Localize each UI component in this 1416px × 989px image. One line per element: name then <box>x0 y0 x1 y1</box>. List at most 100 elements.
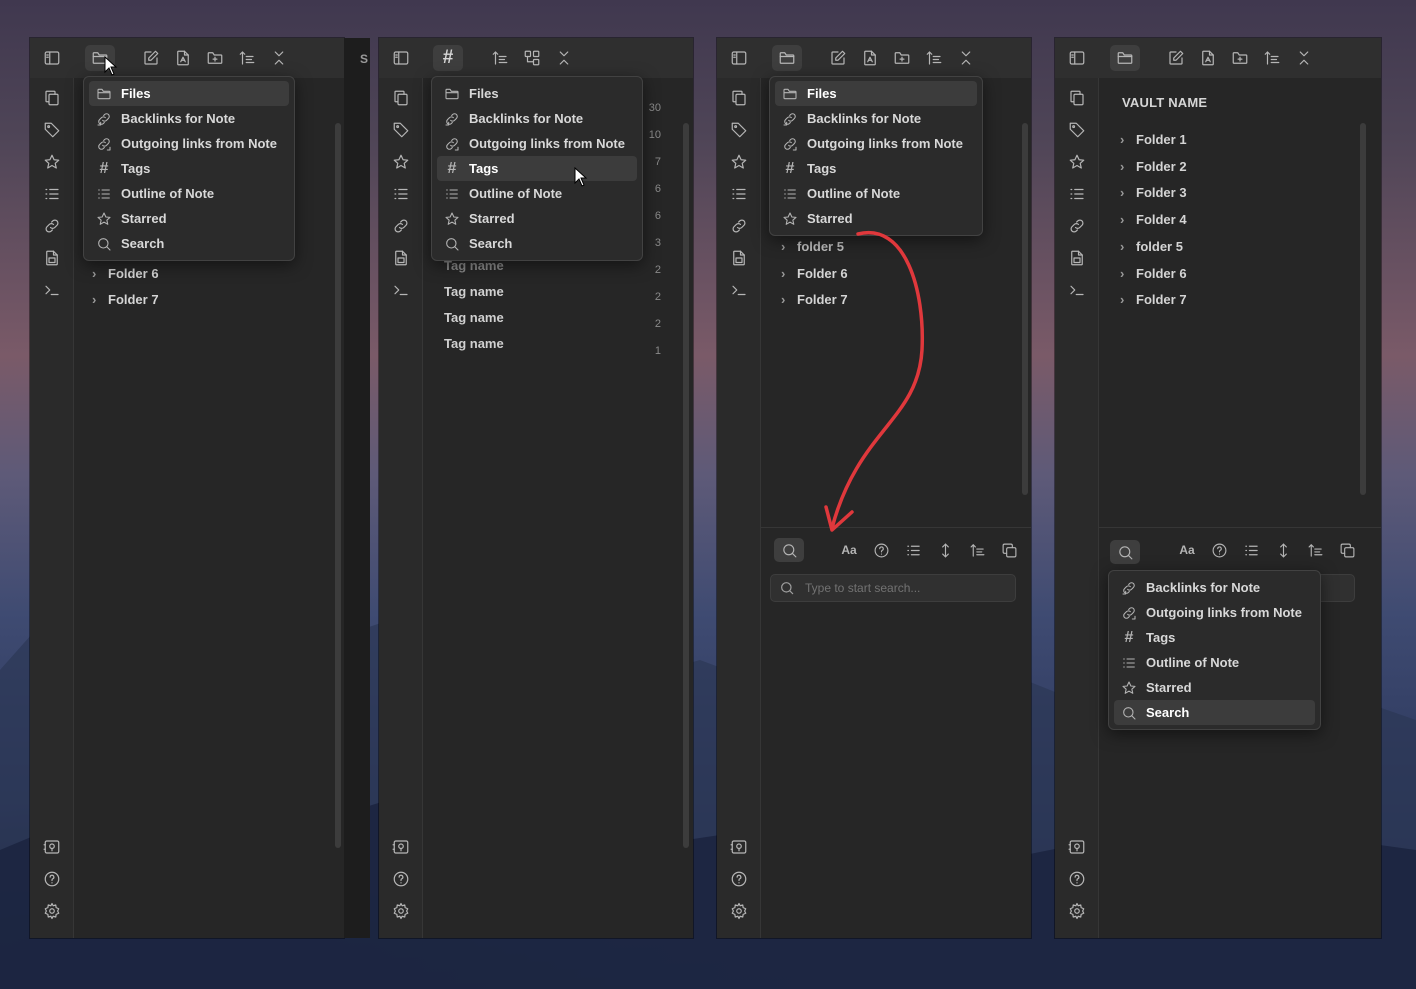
view-switcher-button[interactable] <box>772 45 802 71</box>
tag-row[interactable]: Tag name <box>444 336 504 351</box>
collapse-all-button[interactable] <box>1289 45 1319 71</box>
list-icon[interactable] <box>1062 181 1092 207</box>
template-icon[interactable] <box>724 245 754 271</box>
template-icon[interactable] <box>37 245 67 271</box>
link-icon[interactable] <box>37 213 67 239</box>
vault-icon[interactable] <box>1062 834 1092 860</box>
new-folder-button[interactable] <box>1225 45 1255 71</box>
sort-button[interactable] <box>232 45 262 71</box>
new-note-button[interactable] <box>136 45 166 71</box>
folder-item[interactable]: › Folder 7 <box>92 288 159 310</box>
menu-item-files[interactable]: Files <box>89 81 289 106</box>
collapse-all-button[interactable] <box>549 45 579 71</box>
menu-item-outgoing-links[interactable]: Outgoing links from Note <box>89 131 289 156</box>
auto-reveal-button[interactable] <box>517 45 547 71</box>
tag-row[interactable]: Tag name <box>444 284 504 299</box>
new-folder-button[interactable] <box>887 45 917 71</box>
menu-item-starred[interactable]: Starred <box>1114 675 1315 700</box>
scrollbar[interactable] <box>683 123 689 848</box>
menu-item-tags[interactable]: # Tags <box>775 156 977 181</box>
help-icon[interactable] <box>37 866 67 892</box>
menu-item-search[interactable]: Search <box>1114 700 1315 725</box>
help-icon[interactable] <box>1062 866 1092 892</box>
scrollbar[interactable] <box>335 123 341 848</box>
link-icon[interactable] <box>386 213 416 239</box>
list-icon[interactable] <box>386 181 416 207</box>
template-icon[interactable] <box>386 245 416 271</box>
search-view-button[interactable] <box>774 538 804 562</box>
sort-results-button[interactable] <box>964 538 990 562</box>
folder-item[interactable]: › Folder 6 <box>1120 262 1187 284</box>
star-icon[interactable] <box>386 149 416 175</box>
folder-item[interactable]: › Folder 6 <box>781 262 848 284</box>
terminal-icon[interactable] <box>386 277 416 303</box>
files-icon[interactable] <box>724 85 754 111</box>
help-icon[interactable] <box>386 866 416 892</box>
match-case-button[interactable]: Aa <box>836 538 862 562</box>
folder-item[interactable]: › Folder 7 <box>1120 288 1187 310</box>
settings-icon[interactable] <box>1062 898 1092 924</box>
new-folder-button[interactable] <box>200 45 230 71</box>
new-note-button[interactable] <box>1161 45 1191 71</box>
new-drawing-button[interactable] <box>168 45 198 71</box>
folder-item[interactable]: › Folder 4 <box>1120 208 1187 230</box>
view-switcher-button[interactable] <box>1110 45 1140 71</box>
sidebar-toggle-button[interactable] <box>386 45 416 71</box>
explain-search-button[interactable] <box>868 538 894 562</box>
folder-item[interactable]: › folder 5 <box>781 235 844 257</box>
new-note-button[interactable] <box>823 45 853 71</box>
menu-item-tags[interactable]: # Tags <box>1114 625 1315 650</box>
sort-button[interactable] <box>919 45 949 71</box>
collapse-all-button[interactable] <box>264 45 294 71</box>
settings-icon[interactable] <box>724 898 754 924</box>
folder-item[interactable]: › Folder 6 <box>92 262 159 284</box>
menu-item-backlinks[interactable]: Backlinks for Note <box>89 106 289 131</box>
menu-item-backlinks[interactable]: Backlinks for Note <box>1114 575 1315 600</box>
menu-item-search[interactable]: Search <box>89 231 289 256</box>
new-drawing-button[interactable] <box>1193 45 1223 71</box>
new-drawing-button[interactable] <box>855 45 885 71</box>
menu-item-outgoing-links[interactable]: Outgoing links from Note <box>775 131 977 156</box>
copy-results-button[interactable] <box>996 538 1022 562</box>
star-icon[interactable] <box>724 149 754 175</box>
menu-item-outline[interactable]: Outline of Note <box>89 181 289 206</box>
tag-icon[interactable] <box>386 117 416 143</box>
search-view-button[interactable] <box>1110 540 1140 564</box>
menu-item-starred[interactable]: Starred <box>775 206 977 231</box>
copy-results-button[interactable] <box>1334 538 1360 562</box>
list-icon[interactable] <box>724 181 754 207</box>
menu-item-outline[interactable]: Outline of Note <box>1114 650 1315 675</box>
menu-item-outgoing-links[interactable]: Outgoing links from Note <box>437 131 637 156</box>
search-input[interactable] <box>805 581 1005 595</box>
settings-icon[interactable] <box>37 898 67 924</box>
files-icon[interactable] <box>386 85 416 111</box>
sort-button[interactable] <box>1257 45 1287 71</box>
menu-item-backlinks[interactable]: Backlinks for Note <box>775 106 977 131</box>
files-icon[interactable] <box>37 85 67 111</box>
folder-item[interactable]: › Folder 2 <box>1120 155 1187 177</box>
terminal-icon[interactable] <box>1062 277 1092 303</box>
settings-icon[interactable] <box>386 898 416 924</box>
view-switcher-button[interactable]: # <box>433 45 463 71</box>
list-icon[interactable] <box>37 181 67 207</box>
sidebar-toggle-button[interactable] <box>1062 45 1092 71</box>
vault-icon[interactable] <box>386 834 416 860</box>
folder-item[interactable]: › Folder 3 <box>1120 181 1187 203</box>
tag-row[interactable]: Tag name <box>444 310 504 325</box>
sidebar-toggle-button[interactable] <box>37 45 67 71</box>
link-icon[interactable] <box>1062 213 1092 239</box>
scrollbar[interactable] <box>1360 123 1366 495</box>
collapse-results-button[interactable] <box>1238 538 1264 562</box>
vault-name[interactable]: VAULT NAME <box>1122 95 1207 110</box>
menu-item-search[interactable]: Search <box>437 231 637 256</box>
star-icon[interactable] <box>37 149 67 175</box>
folder-item[interactable]: › folder 5 <box>1120 235 1183 257</box>
menu-item-tags[interactable]: # Tags <box>437 156 637 181</box>
sort-button[interactable] <box>485 45 515 71</box>
menu-item-outline[interactable]: Outline of Note <box>775 181 977 206</box>
folder-item[interactable]: › Folder 7 <box>781 288 848 310</box>
menu-item-backlinks[interactable]: Backlinks for Note <box>437 106 637 131</box>
menu-item-tags[interactable]: # Tags <box>89 156 289 181</box>
menu-item-starred[interactable]: Starred <box>89 206 289 231</box>
explain-search-button[interactable] <box>1206 538 1232 562</box>
